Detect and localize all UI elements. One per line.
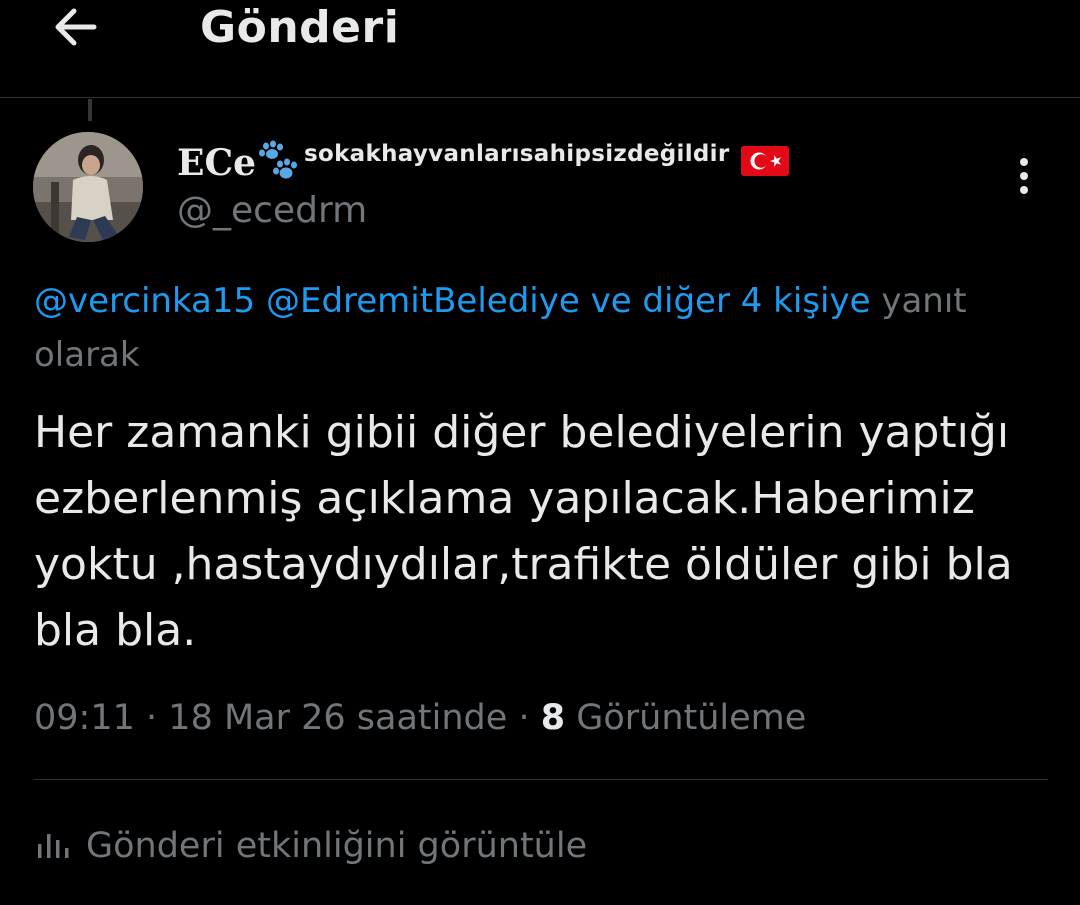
- post-date: 18 Mar 26 saatinde: [168, 698, 508, 738]
- mention-link-edremitbelediye[interactable]: @EdremitBelediye: [266, 281, 580, 321]
- reply-context: @vercinka15 @EdremitBelediye ve diğer 4 …: [34, 274, 1044, 382]
- thread-connector-line: [88, 99, 92, 121]
- author-display-name[interactable]: ECe sokakhayvanlarısahipsizdeğildir: [177, 140, 790, 186]
- view-post-activity-button[interactable]: Gönderi etkinliğini görüntüle: [34, 818, 587, 874]
- views-label: Görüntüleme: [576, 698, 807, 738]
- divider: [34, 779, 1048, 780]
- activity-label: Gönderi etkinliğini görüntüle: [86, 826, 588, 866]
- arrow-left-icon: [55, 8, 97, 46]
- more-options-button[interactable]: [1008, 152, 1040, 202]
- more-vertical-icon: [1020, 158, 1028, 194]
- display-name-main: ECe: [177, 142, 256, 184]
- post-meta: 09:11 · 18 Mar 26 saatinde · 8 Görüntüle…: [34, 698, 806, 738]
- avatar[interactable]: [33, 132, 143, 242]
- back-button[interactable]: [48, 2, 108, 52]
- paw-prints-icon: [259, 140, 297, 179]
- analytics-bars-icon: [38, 834, 69, 858]
- page-title: Gönderi: [200, 2, 400, 53]
- post-time: 09:11: [34, 698, 135, 738]
- display-name-suffix: sokakhayvanlarısahipsizdeğildir: [304, 141, 730, 167]
- top-bar: Gönderi: [0, 0, 1080, 98]
- meta-separator: ·: [518, 698, 530, 738]
- profile-photo-icon: [33, 132, 143, 242]
- others-mentions-link[interactable]: ve diğer 4 kişiye: [591, 281, 871, 321]
- view-count: 8: [540, 698, 566, 738]
- turkey-flag-icon: [741, 146, 790, 176]
- post-text: Her zamanki gibii diğer belediyelerin ya…: [34, 407, 1013, 656]
- author-handle[interactable]: @_ecedrm: [177, 190, 367, 231]
- meta-separator: ·: [146, 698, 158, 738]
- mention-link-vercinka15[interactable]: @vercinka15: [34, 281, 255, 321]
